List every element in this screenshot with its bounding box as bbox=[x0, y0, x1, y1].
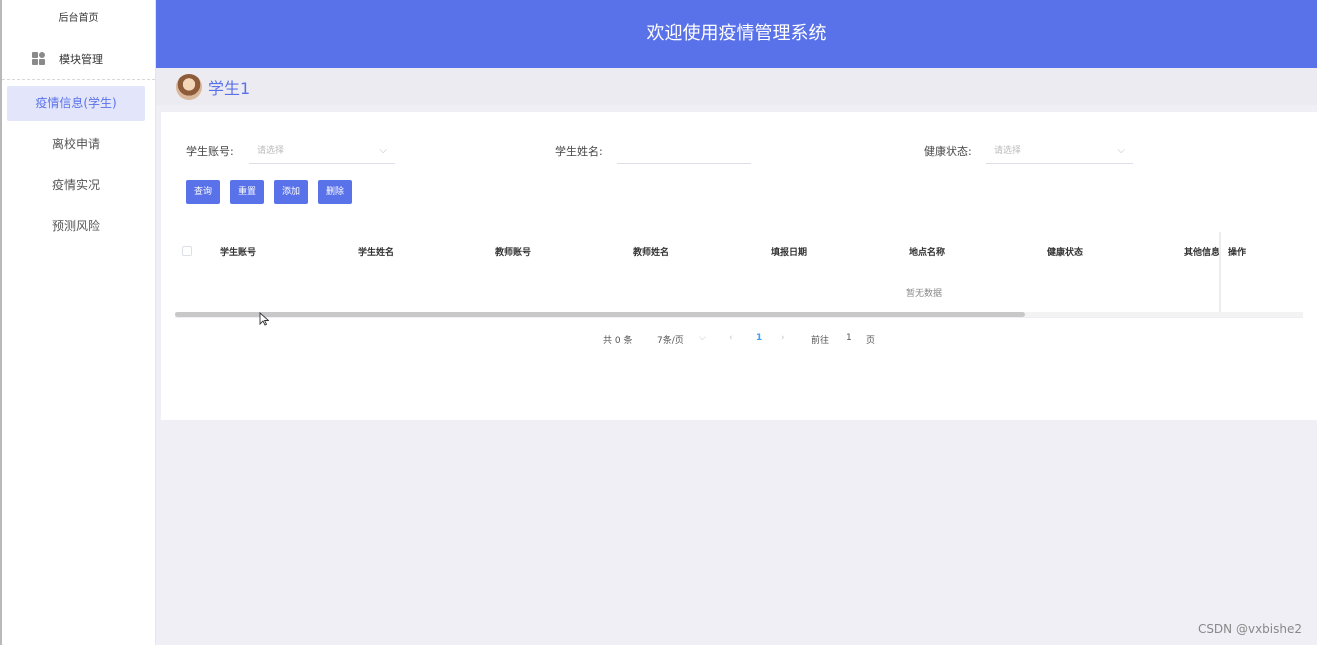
health-status-label: 健康状态: bbox=[924, 145, 972, 158]
goto-label: 前往 bbox=[811, 336, 830, 346]
add-button[interactable]: 添加 bbox=[274, 180, 309, 204]
data-table: 学生账号 学生姓名 教师账号 教师姓名 填报日期 地点名称 健康状态 其他信息 … bbox=[175, 232, 1303, 318]
health-status-select[interactable]: 请选择 ⌵ bbox=[986, 138, 1133, 164]
delete-button[interactable]: 删除 bbox=[318, 180, 353, 204]
mouse-cursor-icon bbox=[259, 312, 269, 326]
col-health-status[interactable]: 健康状态 bbox=[1047, 245, 1083, 258]
pagination-total: 共 0 条 bbox=[603, 336, 633, 346]
student-name-input[interactable] bbox=[617, 138, 751, 164]
sidebar-item-epidemic-status[interactable]: 疫情实况 bbox=[7, 168, 145, 203]
page-size-select[interactable]: 7条/页 bbox=[657, 333, 684, 346]
student-name-label: 学生姓名: bbox=[555, 145, 603, 158]
sidebar: 后台首页 模块管理 疫情信息(学生) 离校申请 疫情实况 预测风险 bbox=[2, 0, 156, 645]
chevron-down-icon: ⌵ bbox=[379, 145, 387, 156]
sidebar-home-link[interactable]: 后台首页 bbox=[2, 0, 155, 38]
col-student-name[interactable]: 学生姓名 bbox=[358, 245, 394, 258]
watermark: CSDN @vxbishe2 bbox=[1197, 622, 1302, 636]
col-other-info[interactable]: 其他信息 bbox=[1184, 245, 1219, 258]
empty-text: 暂无数据 bbox=[905, 289, 942, 299]
goto-page-input[interactable]: 1 bbox=[846, 333, 852, 343]
col-teacher-name[interactable]: 教师姓名 bbox=[633, 245, 669, 258]
col-report-date[interactable]: 填报日期 bbox=[771, 245, 807, 258]
chevron-left-icon[interactable]: ‹ bbox=[729, 333, 733, 343]
chevron-right-icon[interactable]: › bbox=[781, 333, 785, 343]
sidebar-item-leave-application[interactable]: 离校申请 bbox=[7, 127, 145, 162]
query-button[interactable]: 查询 bbox=[186, 180, 221, 204]
student-account-label: 学生账号: bbox=[186, 145, 234, 158]
content-card: 学生账号: 请选择 ⌵ 学生姓名: 健康状态: 请选择 ⌵ 查询 重置 添加 删… bbox=[161, 112, 1317, 420]
chevron-down-icon: ⌵ bbox=[1117, 145, 1125, 156]
col-location[interactable]: 地点名称 bbox=[909, 245, 945, 258]
action-buttons: 查询 重置 添加 删除 bbox=[186, 180, 353, 204]
fixed-column-divider bbox=[1219, 232, 1221, 318]
module-label: 模块管理 bbox=[59, 52, 103, 66]
col-student-account[interactable]: 学生账号 bbox=[220, 245, 256, 258]
page-number-current[interactable]: 1 bbox=[756, 333, 762, 343]
sidebar-item-epidemic-info[interactable]: 疫情信息(学生) bbox=[7, 86, 145, 121]
col-teacher-account[interactable]: 教师账号 bbox=[495, 245, 531, 258]
table-header: 学生账号 学生姓名 教师账号 教师姓名 填报日期 地点名称 健康状态 其他信息 … bbox=[175, 232, 1303, 270]
page-suffix: 页 bbox=[866, 336, 876, 346]
col-actions: 操作 bbox=[1228, 248, 1247, 258]
select-all-checkbox[interactable] bbox=[182, 246, 192, 256]
sidebar-module-management[interactable]: 模块管理 bbox=[2, 38, 155, 80]
reset-button[interactable]: 重置 bbox=[230, 180, 265, 204]
page-title: 欢迎使用疫情管理系统 bbox=[646, 23, 827, 44]
student-account-select[interactable]: 请选择 ⌵ bbox=[249, 138, 395, 164]
page-header: 欢迎使用疫情管理系统 bbox=[156, 0, 1317, 68]
avatar[interactable] bbox=[176, 73, 202, 100]
filter-form: 学生账号: 请选择 ⌵ 学生姓名: 健康状态: 请选择 ⌵ bbox=[161, 138, 1317, 164]
sidebar-item-risk-prediction[interactable]: 预测风险 bbox=[7, 209, 145, 244]
health-status-placeholder: 请选择 bbox=[994, 146, 1022, 156]
module-grid-icon bbox=[32, 52, 45, 65]
sidebar-nav: 疫情信息(学生) 离校申请 疫情实况 预测风险 bbox=[2, 80, 155, 244]
username: 学生1 bbox=[208, 78, 251, 98]
table-bottom-border bbox=[175, 317, 1303, 318]
user-bar: 学生1 bbox=[156, 68, 1317, 105]
student-account-placeholder: 请选择 bbox=[257, 146, 285, 156]
chevron-down-icon: ⌵ bbox=[699, 333, 706, 343]
